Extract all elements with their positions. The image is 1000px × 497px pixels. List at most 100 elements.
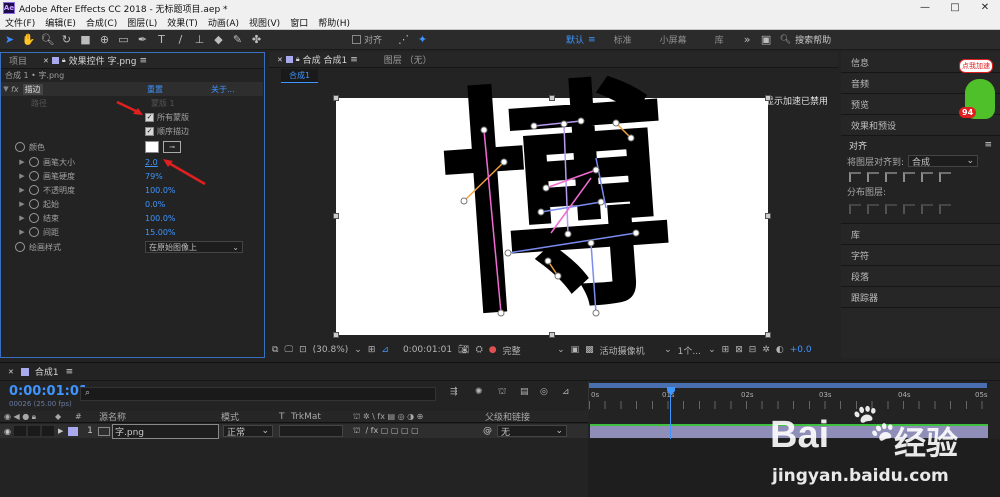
workspace-standard[interactable]: 标准 <box>600 33 646 46</box>
layer-label-color[interactable] <box>68 426 78 436</box>
tab-timeline-comp[interactable]: ✕ 合成1 ≡ <box>0 365 81 379</box>
timeline-search-input[interactable]: ⌕ <box>80 387 436 401</box>
timeline-timecode[interactable]: 0:00:01:01 <box>9 384 88 399</box>
menu-edit[interactable]: 编辑(E) <box>40 16 81 29</box>
align-left-icon[interactable] <box>849 172 861 182</box>
snap-options-icon[interactable]: ✦ <box>413 31 432 49</box>
show-snapshot-icon[interactable]: ⛭ <box>473 342 486 358</box>
workspace-small-screen[interactable]: 小屏幕 <box>646 33 701 46</box>
camera-tool-icon[interactable]: ■ <box>76 31 95 49</box>
views-dropdown[interactable]: 1个... ⌄ <box>675 342 719 358</box>
timecode-display[interactable]: 0:00:01:01 <box>400 342 455 358</box>
rectangle-tool-icon[interactable]: ▭ <box>114 31 133 49</box>
menu-window[interactable]: 窗口 <box>285 16 313 29</box>
video-eye-icon[interactable]: ◉ <box>0 427 14 436</box>
comp-mini-flowchart-icon[interactable]: ⇶ <box>450 387 458 397</box>
panel-tracker[interactable]: 跟踪器 <box>841 287 1000 308</box>
parent-header[interactable]: 父级和链接 <box>485 410 530 423</box>
eraser-tool-icon[interactable]: ◆ <box>209 31 228 49</box>
distribute-bottom-icon[interactable] <box>885 204 897 214</box>
snapshot-icon[interactable]: 📷︎ <box>455 342 472 358</box>
title-safe-icon[interactable]: ⊞ <box>365 342 379 358</box>
distribute-right-icon[interactable] <box>939 204 951 214</box>
menu-effect[interactable]: 效果(T) <box>162 16 203 29</box>
snap-icon[interactable]: ⋰ <box>394 31 413 49</box>
menu-composition[interactable]: 合成(C) <box>81 16 122 29</box>
more-workspaces-icon[interactable]: » <box>738 31 757 49</box>
align-to-dropdown[interactable]: 合成 ⌄ <box>908 155 979 168</box>
channel-icon[interactable]: ● <box>486 342 500 358</box>
blend-mode-dropdown[interactable]: 正常 ⌄ <box>223 425 273 438</box>
type-tool-icon[interactable]: T <box>152 31 171 49</box>
brush-tool-icon[interactable]: / <box>171 31 190 49</box>
search-help-input[interactable]: 搜索帮助 <box>795 33 905 46</box>
zoom-tool-icon[interactable]: 🔍︎ <box>38 31 57 49</box>
audio-toggle[interactable] <box>14 426 26 436</box>
minimize-button[interactable]: — <box>910 0 940 16</box>
distribute-hcenter-icon[interactable] <box>921 204 933 214</box>
layer-handle[interactable] <box>549 95 555 101</box>
close-button[interactable]: ✕ <box>970 0 1000 16</box>
distribute-vcenter-icon[interactable] <box>867 204 879 214</box>
panel-character[interactable]: 字符 <box>841 245 1000 266</box>
exposure-value[interactable]: +0.0 <box>787 342 815 358</box>
always-preview-icon[interactable]: ⧉ <box>269 342 281 358</box>
align-bottom-icon[interactable] <box>939 172 951 182</box>
camera-dropdown[interactable]: 活动摄像机 ⌄ <box>597 342 675 358</box>
selection-tool-icon[interactable]: ➤ <box>0 31 19 49</box>
layer-handle[interactable] <box>765 332 771 338</box>
flowchart-icon[interactable]: ✲ <box>759 342 773 358</box>
graph-editor-icon[interactable]: ⊿ <box>562 387 570 397</box>
fit-icon[interactable]: ⌄ <box>351 342 365 358</box>
layer-name[interactable]: 字.png <box>112 423 219 439</box>
menu-help[interactable]: 帮助(H) <box>313 16 355 29</box>
monitor-icon[interactable]: 🖵 <box>281 342 296 358</box>
layer-handle[interactable] <box>549 332 555 338</box>
pan-behind-tool-icon[interactable]: ⊕ <box>95 31 114 49</box>
align-right-icon[interactable] <box>885 172 897 182</box>
tab-project[interactable]: 项目 <box>1 54 35 67</box>
sync-settings-icon[interactable]: ▣ <box>757 31 776 49</box>
distribute-left-icon[interactable] <box>903 204 915 214</box>
resolution-dropdown[interactable]: 完整 ⌄ <box>500 342 568 358</box>
toggle-pixel-icon[interactable]: ⊞ <box>719 342 733 358</box>
solo-toggle[interactable] <box>28 426 40 436</box>
rotate-tool-icon[interactable]: ↻ <box>57 31 76 49</box>
maximize-button[interactable]: □ <box>940 0 970 16</box>
comp-viewer[interactable]: 显示加速已禁用 博 <box>269 52 838 350</box>
trkmat-header[interactable]: TrkMat <box>291 412 353 422</box>
lock-toggle[interactable] <box>42 426 54 436</box>
source-name-header[interactable]: 源名称 <box>99 410 221 423</box>
parent-pickwhip-icon[interactable]: @ <box>483 426 497 436</box>
panel-library[interactable]: 库 <box>841 224 1000 245</box>
frame-blending-icon[interactable]: ▤ <box>520 387 529 397</box>
motion-blur-icon[interactable]: ◎ <box>540 387 548 397</box>
panel-paragraph[interactable]: 段落 <box>841 266 1000 287</box>
transparency-grid-icon[interactable]: ▩ <box>582 342 597 358</box>
pen-tool-icon[interactable]: ✒ <box>133 31 152 49</box>
zoom-dropdown[interactable]: (30.8%) <box>310 342 352 358</box>
menu-view[interactable]: 视图(V) <box>244 16 285 29</box>
layer-handle[interactable] <box>333 95 339 101</box>
shy-layers-icon[interactable]: ⛫ <box>498 387 506 398</box>
align-hcenter-icon[interactable] <box>867 172 879 182</box>
hand-tool-icon[interactable]: ✋ <box>19 31 38 49</box>
tab-effect-controls[interactable]: ✕ 🔒︎ 效果控件 字.png ≡ <box>35 54 155 68</box>
tab-layer[interactable]: 图层 （无） <box>376 53 440 66</box>
layer-handle[interactable] <box>765 213 771 219</box>
fast-preview-icon[interactable]: ⊠ <box>732 342 746 358</box>
layer-handle[interactable] <box>333 332 339 338</box>
parent-dropdown[interactable]: 无 ⌄ <box>497 425 567 438</box>
menu-layer[interactable]: 图层(L) <box>122 16 162 29</box>
layer-handle[interactable] <box>333 213 339 219</box>
layer-row[interactable]: ◉ ▶ 1 字.png 正常 ⌄ ⛫ / fx ▢ ▢ ▢ ▢ @ 无 ⌄ <box>0 423 588 439</box>
menu-animation[interactable]: 动画(A) <box>203 16 244 29</box>
comp-flow-tab[interactable]: 合成1 <box>281 69 319 83</box>
puppet-pin-tool-icon[interactable]: ✤ <box>247 31 266 49</box>
speedup-widget[interactable]: 点我加速 94 <box>959 55 999 127</box>
mask-visibility-icon[interactable]: ⊿ <box>378 342 392 358</box>
region-of-interest-icon[interactable]: ▣ <box>568 342 583 358</box>
tab-composition[interactable]: ✕ 🔒︎ 合成 合成1 ≡ <box>269 53 366 67</box>
trkmat-dropdown[interactable] <box>279 425 343 437</box>
work-area-bar[interactable] <box>589 383 987 388</box>
